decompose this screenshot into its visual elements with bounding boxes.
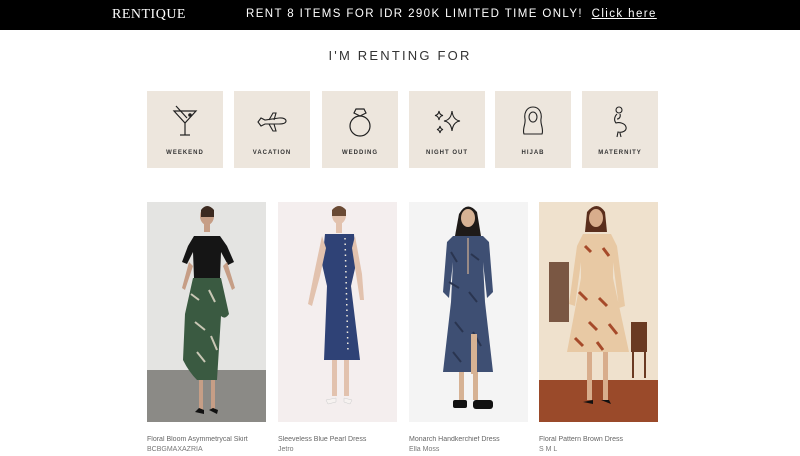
- product-image[interactable]: [409, 202, 528, 422]
- product-image[interactable]: [278, 202, 397, 422]
- announcement-bar: RENTIQUE RENT 8 ITEMS FOR IDR 290K LIMIT…: [0, 0, 800, 30]
- product-image[interactable]: [147, 202, 266, 422]
- promo-banner: RENT 8 ITEMS FOR IDR 290K LIMITED TIME O…: [246, 8, 657, 20]
- occasion-label: HIJAB: [521, 150, 545, 156]
- occasion-label: WEDDING: [342, 150, 378, 156]
- brand-logo[interactable]: RENTIQUE: [112, 7, 186, 23]
- product-brand: Ella Moss: [409, 446, 440, 453]
- cocktail-icon: [172, 105, 198, 136]
- occasion-tile-wedding[interactable]: WEDDING: [322, 91, 398, 168]
- model-handkerchief-dress-image: [409, 202, 528, 422]
- product-brand: S M L: [539, 446, 558, 453]
- airplane-icon: [257, 112, 287, 132]
- occasion-list: WEEKEND VACATION WEDDING NIGHT OUT HIJAB: [147, 91, 658, 168]
- occasion-label: WEEKEND: [166, 150, 204, 156]
- ring-icon: [349, 108, 371, 137]
- model-black-top-green-skirt-image: [147, 202, 266, 422]
- product-name: Sleeveless Blue Pearl Dress: [278, 436, 367, 443]
- product-card[interactable]: Sleeveless Blue Pearl Dress Jetro: [278, 202, 397, 456]
- sparkles-icon: [434, 110, 461, 134]
- occasion-tile-weekend[interactable]: WEEKEND: [147, 91, 223, 168]
- section-title: I'M RENTING FOR: [328, 48, 472, 63]
- occasion-label: NIGHT OUT: [426, 150, 468, 156]
- product-name: Floral Pattern Brown Dress: [539, 436, 624, 443]
- product-name: Floral Bloom Asymmetrycal Skirt: [147, 436, 248, 443]
- product-grid: Floral Bloom Asymmetrycal Skirt BCBGMAXA…: [147, 202, 658, 456]
- hijab-icon: [522, 106, 544, 135]
- maternity-icon: [614, 106, 627, 138]
- product-card[interactable]: Monarch Handkerchief Dress Ella Moss: [409, 202, 528, 456]
- occasion-label: MATERNITY: [598, 150, 642, 156]
- product-brand: Jetro: [278, 446, 294, 453]
- product-image[interactable]: [539, 202, 658, 422]
- promo-link[interactable]: Click here: [592, 8, 657, 20]
- product-card[interactable]: Floral Pattern Brown Dress S M L: [539, 202, 658, 456]
- promo-text: RENT 8 ITEMS FOR IDR 290K LIMITED TIME O…: [246, 8, 584, 20]
- occasion-tile-maternity[interactable]: MATERNITY: [582, 91, 658, 168]
- occasion-tile-vacation[interactable]: VACATION: [234, 91, 310, 168]
- occasion-tile-hijab[interactable]: HIJAB: [495, 91, 571, 168]
- occasion-tile-night-out[interactable]: NIGHT OUT: [409, 91, 485, 168]
- occasion-label: VACATION: [252, 150, 292, 156]
- model-blue-pearl-dress-image: [278, 202, 397, 422]
- model-floral-brown-dress-image: [539, 202, 658, 422]
- product-brand: BCBGMAXAZRIA: [147, 446, 203, 453]
- product-name: Monarch Handkerchief Dress: [409, 436, 500, 443]
- product-card[interactable]: Floral Bloom Asymmetrycal Skirt BCBGMAXA…: [147, 202, 266, 456]
